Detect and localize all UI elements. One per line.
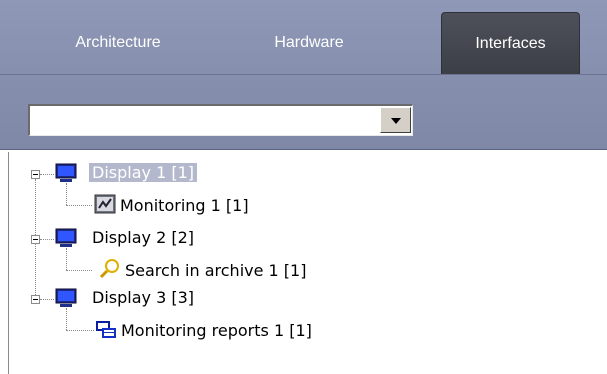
tree-item-display-1[interactable]: Display 1 [1] bbox=[89, 160, 197, 186]
tree-connector bbox=[40, 174, 54, 175]
object-selector-dropdown[interactable] bbox=[28, 104, 413, 136]
tree-item-search-in-archive-1[interactable]: Search in archive 1 [1] bbox=[122, 258, 309, 284]
tab-architecture[interactable]: Architecture bbox=[38, 12, 198, 74]
interfaces-tree: Display 1 [1] Monitoring 1 [1] Display 2… bbox=[8, 152, 607, 374]
collapse-toggle[interactable] bbox=[31, 295, 40, 304]
tree-item-label: Display 3 [3] bbox=[92, 288, 194, 307]
tree-item-label: Display 1 [1] bbox=[89, 163, 197, 182]
monitoring-reports-icon bbox=[96, 321, 116, 338]
tree-connector bbox=[66, 270, 92, 271]
monitor-icon bbox=[55, 163, 77, 182]
tree-item-display-2[interactable]: Display 2 [2] bbox=[89, 225, 197, 251]
dropdown-value bbox=[34, 106, 376, 135]
tree-item-display-3[interactable]: Display 3 [3] bbox=[89, 285, 197, 311]
monitoring-icon bbox=[94, 194, 116, 214]
tab-bar: Architecture Hardware Interfaces bbox=[0, 0, 607, 75]
tree-item-label: Search in archive 1 [1] bbox=[125, 261, 307, 280]
monitor-icon bbox=[55, 228, 77, 247]
tree-connector bbox=[40, 299, 54, 300]
tree-item-label: Monitoring 1 [1] bbox=[120, 196, 249, 215]
tree-item-label: Monitoring reports 1 [1] bbox=[121, 321, 312, 340]
tree-item-label: Display 2 [2] bbox=[92, 228, 194, 247]
tree-connector bbox=[40, 239, 54, 240]
tree-item-monitoring-1[interactable]: Monitoring 1 [1] bbox=[117, 193, 252, 219]
monitor-icon bbox=[55, 288, 77, 307]
chevron-down-icon bbox=[391, 118, 401, 124]
tree-connector bbox=[66, 183, 67, 205]
search-archive-icon bbox=[99, 259, 119, 279]
tree-connector bbox=[66, 248, 67, 270]
tree-connector bbox=[66, 330, 94, 331]
tree-connector bbox=[66, 308, 67, 330]
tree-connector bbox=[66, 205, 92, 206]
tree-item-monitoring-reports-1[interactable]: Monitoring reports 1 [1] bbox=[118, 318, 315, 344]
dropdown-button[interactable] bbox=[380, 107, 411, 133]
collapse-toggle[interactable] bbox=[31, 170, 40, 179]
collapse-toggle[interactable] bbox=[31, 235, 40, 244]
tab-interfaces[interactable]: Interfaces bbox=[441, 12, 580, 74]
tab-hardware[interactable]: Hardware bbox=[240, 12, 378, 74]
